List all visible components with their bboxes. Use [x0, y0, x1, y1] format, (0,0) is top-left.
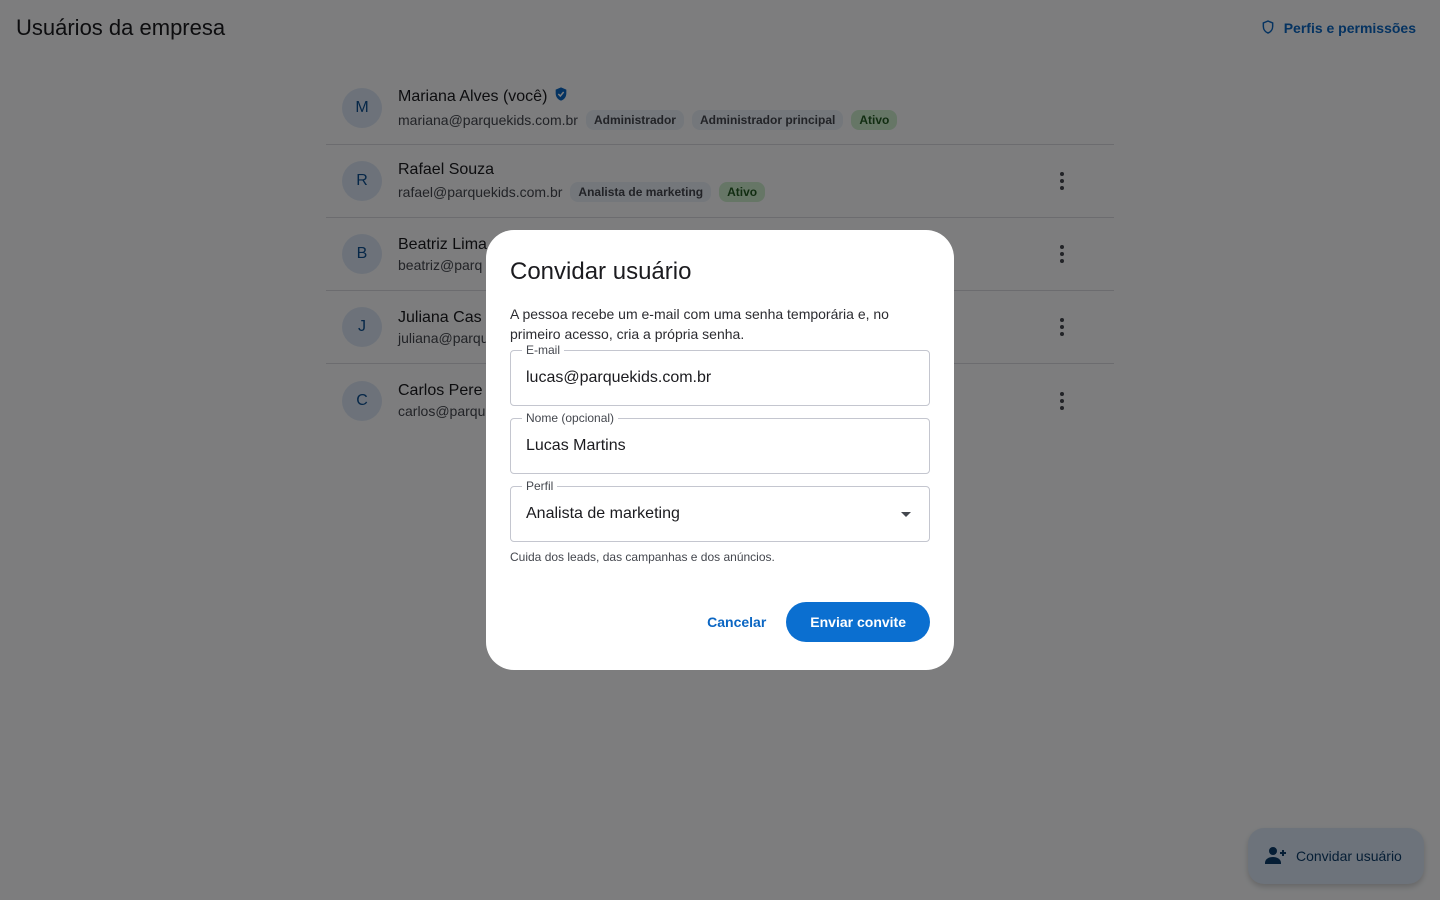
arrow-drop-down-icon — [894, 502, 918, 526]
dialog-title: Convidar usuário — [510, 258, 692, 285]
dialog-description: A pessoa recebe um e-mail com uma senha … — [510, 306, 889, 342]
name-field-label: Nome (opcional) — [522, 411, 619, 425]
send-invite-button[interactable]: Enviar convite — [786, 602, 930, 642]
email-input[interactable] — [526, 369, 914, 387]
email-field-label: E-mail — [522, 343, 565, 357]
cancel-button[interactable]: Cancelar — [695, 604, 778, 640]
dialog-actions: Cancelar Enviar convite — [695, 602, 930, 642]
invite-user-dialog: Convidar usuário A pessoa recebe um e-ma… — [486, 230, 954, 670]
name-input[interactable] — [526, 437, 914, 455]
profile-select[interactable]: Perfil Analista de marketing — [510, 479, 930, 542]
profile-select-label: Perfil — [522, 479, 558, 493]
profile-helper-text: Cuida dos leads, das campanhas e dos anú… — [510, 550, 775, 564]
email-field: E-mail — [510, 343, 930, 406]
profile-select-value: Analista de marketing — [526, 505, 680, 522]
name-field: Nome (opcional) — [510, 411, 930, 474]
